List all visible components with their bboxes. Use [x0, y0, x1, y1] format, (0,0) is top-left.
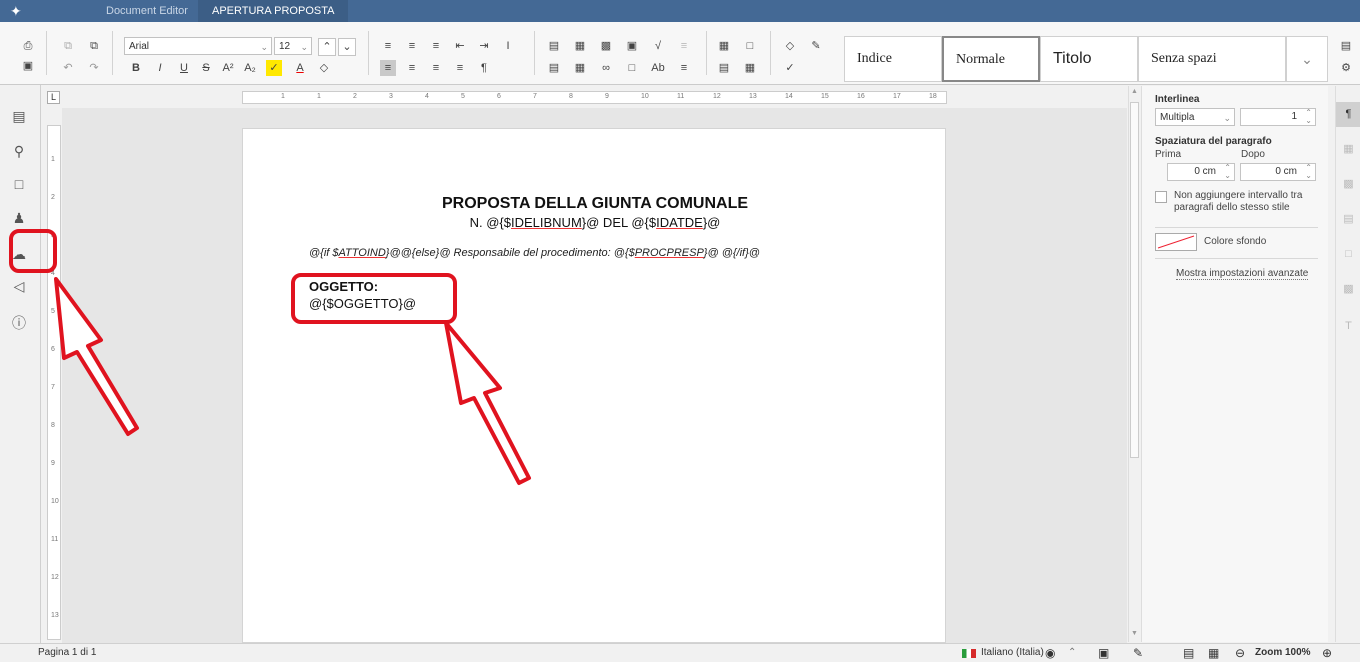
annotation-arrow-right [444, 321, 531, 485]
annotation-arrow-left [54, 277, 139, 436]
annotation-arrows [54, 277, 531, 485]
